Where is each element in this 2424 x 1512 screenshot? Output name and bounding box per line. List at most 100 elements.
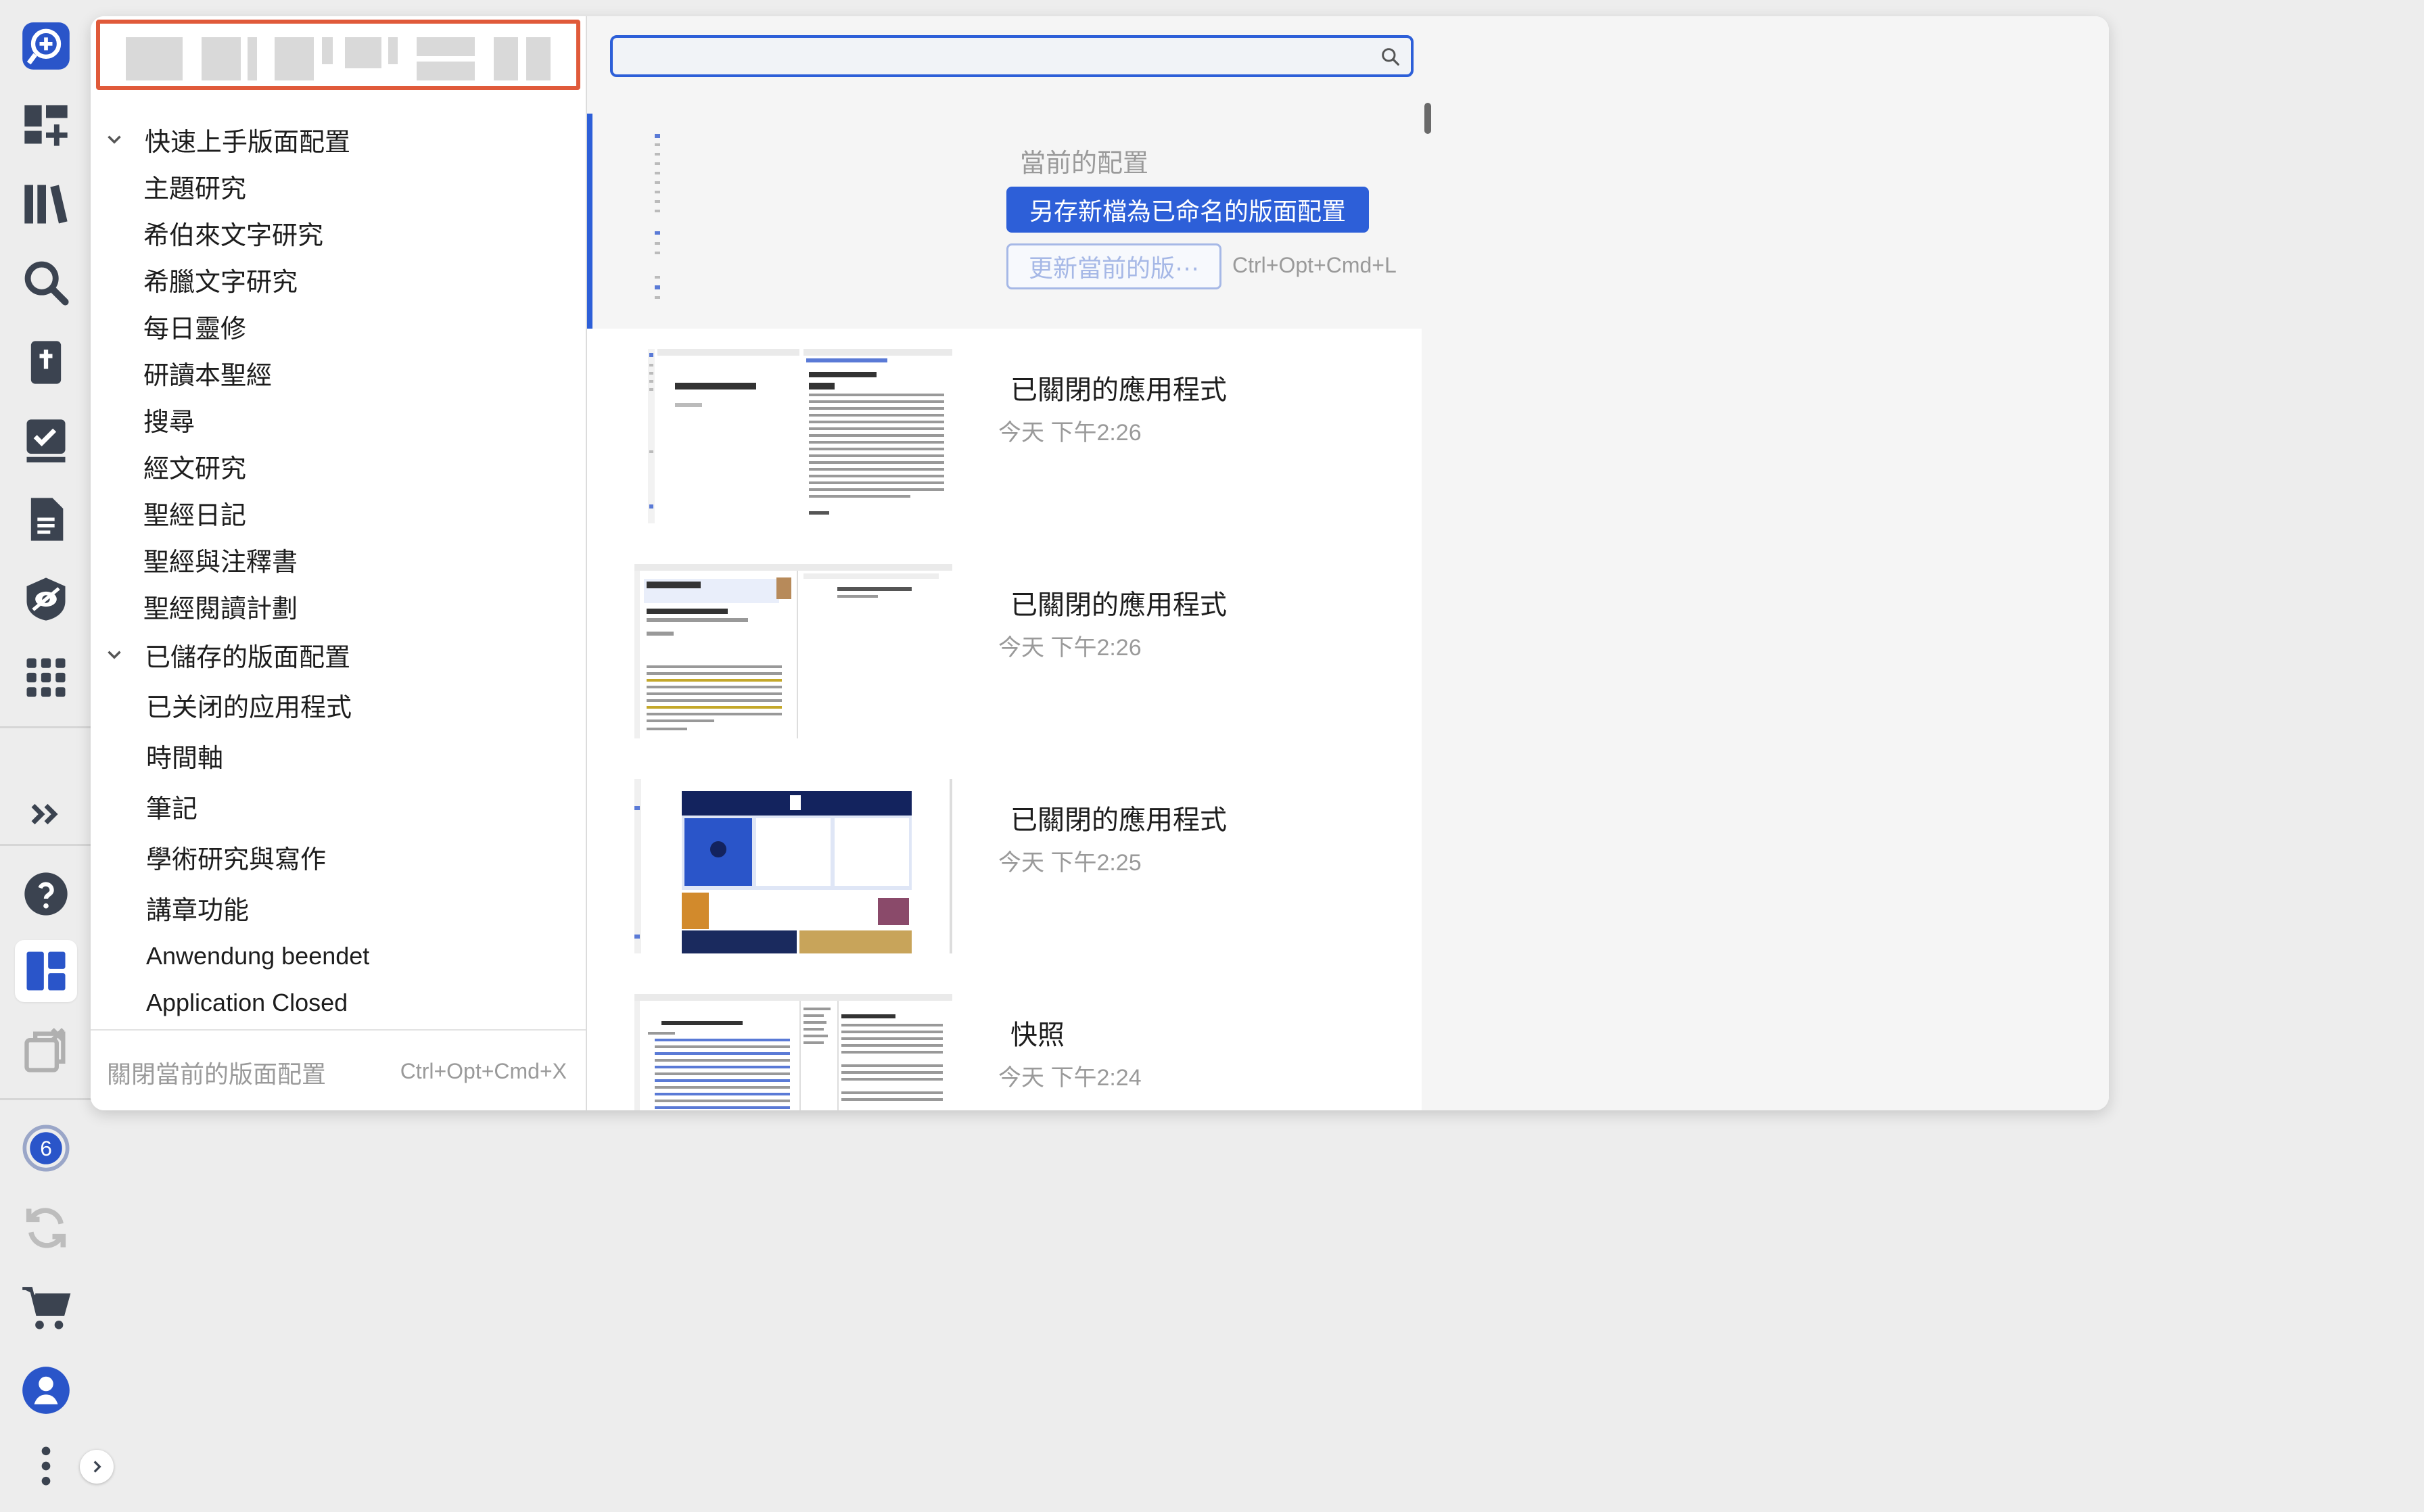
layout-tile[interactable] bbox=[275, 37, 314, 80]
layout-tile[interactable] bbox=[248, 37, 257, 80]
layout-tile[interactable] bbox=[388, 37, 398, 64]
tree-item[interactable]: 經文研究 bbox=[91, 444, 586, 488]
tree-item[interactable]: 時間軸 bbox=[91, 734, 586, 777]
tree-item[interactable]: 每日靈修 bbox=[91, 304, 586, 348]
tree-item[interactable]: 聖經與注釋書 bbox=[91, 538, 586, 581]
search-input[interactable] bbox=[613, 38, 1372, 76]
layout-thumbnail[interactable] bbox=[640, 134, 958, 308]
document-icon[interactable] bbox=[15, 488, 77, 550]
library-icon[interactable] bbox=[15, 173, 77, 235]
layout-tile[interactable] bbox=[494, 37, 518, 80]
layout-tab-strip[interactable] bbox=[96, 20, 580, 90]
layout-time: 今天 下午2:26 bbox=[998, 420, 1142, 446]
tree-item[interactable]: 已关闭的应用程式 bbox=[91, 683, 586, 726]
tree-item[interactable]: 講章功能 bbox=[91, 886, 586, 929]
bible-icon[interactable] bbox=[15, 331, 77, 394]
layout-time: 今天 下午2:25 bbox=[998, 850, 1142, 876]
tree-item[interactable]: Anwendung beendet bbox=[91, 935, 586, 978]
tree-item[interactable]: Application Closed bbox=[91, 981, 586, 1024]
cart-icon[interactable] bbox=[15, 1277, 77, 1339]
layout-tile[interactable] bbox=[126, 37, 183, 80]
layout-card[interactable]: 已關閉的應用程式 今天 下午2:26 bbox=[587, 329, 1422, 544]
sidebar-divider bbox=[0, 726, 92, 728]
layout-time: 今天 下午2:24 bbox=[998, 1065, 1142, 1091]
current-layout-card: 當前的配置 另存新檔為已命名的版面配置 更新當前的版⋯ Ctrl+Opt+Cmd… bbox=[587, 114, 1422, 329]
layouts-tree: 快速上手版面配置 主題研究 希伯來文字研究 希臘文字研究 每日靈修 研讀本聖經 … bbox=[91, 104, 586, 1036]
privacy-eye-icon[interactable] bbox=[15, 568, 77, 630]
app-sidebar: 6 bbox=[0, 0, 114, 1512]
close-layout-bar[interactable]: 關閉當前的版面配置 Ctrl+Opt+Cmd+X bbox=[91, 1029, 586, 1110]
tree-item[interactable]: 研讀本聖經 bbox=[91, 351, 586, 394]
layout-tile[interactable] bbox=[345, 37, 381, 68]
tree-item-label: 研讀本聖經 bbox=[143, 361, 273, 390]
expand-icon[interactable] bbox=[15, 783, 77, 845]
search-icon[interactable] bbox=[1380, 46, 1401, 68]
layout-thumbnail[interactable] bbox=[634, 994, 952, 1110]
layout-thumbnail[interactable] bbox=[634, 564, 952, 738]
sync-icon[interactable] bbox=[15, 1197, 77, 1259]
layout-card[interactable]: 已關閉的應用程式 今天 下午2:25 bbox=[587, 759, 1422, 974]
layout-tile[interactable] bbox=[417, 62, 475, 80]
help-icon[interactable] bbox=[15, 863, 77, 925]
current-layout-label: 當前的配置 bbox=[1020, 149, 1149, 178]
layouts-panel: 快速上手版面配置 主題研究 希伯來文字研究 希臘文字研究 每日靈修 研讀本聖經 … bbox=[91, 16, 2109, 1110]
tree-group-quickstart[interactable]: 快速上手版面配置 bbox=[91, 118, 586, 161]
layout-thumbnail[interactable] bbox=[634, 779, 952, 953]
tree-item[interactable]: 希臘文字研究 bbox=[91, 258, 586, 301]
tree-item[interactable]: 聖經閱讀計劃 bbox=[91, 584, 586, 628]
tree-item-label: 學術研究與寫作 bbox=[146, 845, 327, 874]
sidebar-divider bbox=[0, 844, 92, 846]
tree-group-label: 快速上手版面配置 bbox=[145, 128, 351, 157]
layout-list-scrollbar[interactable] bbox=[1422, 97, 1432, 1110]
apps-grid-icon[interactable] bbox=[15, 646, 77, 709]
tree-item-label: 每日靈修 bbox=[143, 314, 247, 344]
tree-item[interactable]: 學術研究與寫作 bbox=[91, 835, 586, 878]
closed-windows-icon[interactable] bbox=[15, 1020, 77, 1082]
layout-search-box[interactable] bbox=[610, 35, 1414, 77]
search-icon[interactable] bbox=[15, 252, 77, 314]
tree-item-label: 主題研究 bbox=[143, 174, 247, 204]
tree-group-saved[interactable]: 已儲存的版面配置 bbox=[91, 633, 586, 676]
save-as-named-layout-button[interactable]: 另存新檔為已命名的版面配置 bbox=[1006, 187, 1369, 233]
layout-preview-pane: 當前的配置 另存新檔為已命名的版面配置 更新當前的版⋯ Ctrl+Opt+Cmd… bbox=[587, 16, 2109, 1110]
more-icon[interactable] bbox=[15, 1435, 77, 1497]
tree-item-label: 希臘文字研究 bbox=[143, 268, 298, 297]
layout-list: 當前的配置 另存新檔為已命名的版面配置 更新當前的版⋯ Ctrl+Opt+Cmd… bbox=[587, 97, 1422, 1110]
tree-item[interactable]: 主題研究 bbox=[91, 164, 586, 208]
chevron-down-icon bbox=[108, 651, 121, 659]
tree-item-label: 聖經日記 bbox=[143, 501, 247, 530]
checklist-icon[interactable] bbox=[15, 410, 77, 472]
layout-tile[interactable] bbox=[526, 37, 551, 80]
tree-item[interactable]: 搜尋 bbox=[91, 398, 586, 441]
tree-item-label: 講章功能 bbox=[146, 896, 250, 925]
tree-item-label: 已关闭的应用程式 bbox=[146, 693, 352, 722]
sidebar-expand-handle[interactable] bbox=[80, 1450, 114, 1484]
layout-title: 已關閉的應用程式 bbox=[1010, 375, 1227, 405]
add-search-icon[interactable] bbox=[15, 15, 77, 77]
scrollbar-thumb[interactable] bbox=[1424, 103, 1431, 134]
tree-item[interactable]: 筆記 bbox=[91, 784, 586, 828]
user-icon[interactable] bbox=[15, 1359, 77, 1421]
layout-title: 快照 bbox=[1010, 1020, 1065, 1050]
notification-icon[interactable]: 6 bbox=[15, 1117, 77, 1179]
layouts-icon[interactable] bbox=[15, 940, 77, 1002]
tree-item[interactable]: 聖經日記 bbox=[91, 491, 586, 534]
tree-item-label: 希伯來文字研究 bbox=[143, 221, 324, 250]
tree-item-label: 聖經與注釋書 bbox=[143, 548, 298, 577]
layout-card[interactable]: 快照 今天 下午2:24 bbox=[587, 974, 1422, 1110]
layout-tile[interactable] bbox=[322, 37, 333, 64]
dashboard-add-icon[interactable] bbox=[15, 93, 77, 156]
layouts-tree-pane: 快速上手版面配置 主題研究 希伯來文字研究 希臘文字研究 每日靈修 研讀本聖經 … bbox=[91, 16, 587, 1110]
sidebar-divider bbox=[0, 1098, 92, 1100]
close-layout-shortcut: Ctrl+Opt+Cmd+X bbox=[400, 1059, 567, 1083]
tree-item-label: Application Closed bbox=[146, 989, 348, 1016]
layout-tile[interactable] bbox=[202, 37, 241, 80]
tree-item-label: 經文研究 bbox=[143, 454, 247, 483]
tree-item-label: 搜尋 bbox=[143, 408, 195, 437]
layout-card[interactable]: 已關閉的應用程式 今天 下午2:26 bbox=[587, 544, 1422, 759]
tree-group-label: 已儲存的版面配置 bbox=[145, 643, 351, 672]
update-current-layout-button[interactable]: 更新當前的版⋯ bbox=[1006, 243, 1221, 289]
tree-item[interactable]: 希伯來文字研究 bbox=[91, 211, 586, 254]
layout-thumbnail[interactable] bbox=[634, 349, 952, 523]
layout-tile[interactable] bbox=[417, 37, 475, 56]
